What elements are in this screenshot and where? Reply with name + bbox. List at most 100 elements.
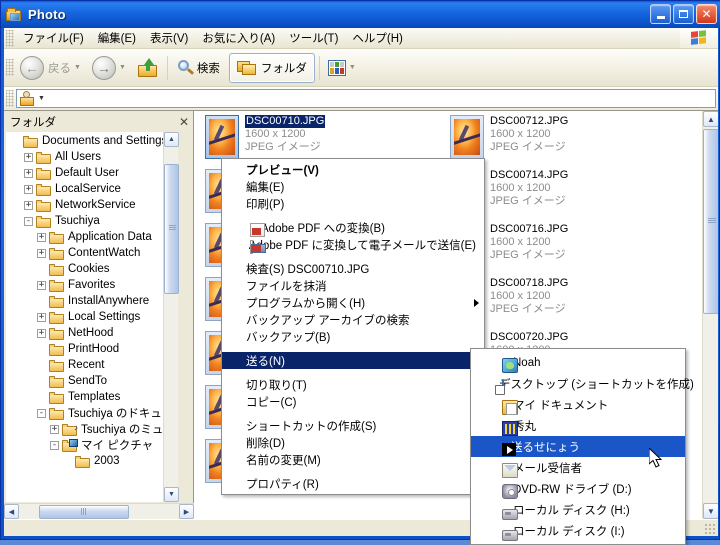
context-menu-item[interactable]: 送る(N)	[222, 352, 484, 369]
context-menu-item[interactable]: プロパティ(R)	[222, 475, 484, 492]
tree-scroll-down-icon[interactable]: ▼	[164, 487, 179, 502]
context-menu-item[interactable]: 削除(D)	[222, 434, 484, 451]
send-to-submenu[interactable]: Noah デスクトップ (ショートカットを作成) マイ ドキュメント 秀丸 送るせにょう…	[470, 348, 694, 545]
tree-scroll-up-icon[interactable]: ▲	[164, 132, 179, 147]
context-menu-item[interactable]: プログラムから開く(H)	[222, 294, 484, 311]
address-input[interactable]: ▼	[16, 89, 716, 108]
tree-item[interactable]: 2003	[7, 453, 176, 469]
tree-item[interactable]: Cookies	[7, 261, 176, 277]
expand-icon[interactable]: +	[37, 248, 46, 258]
menu-tools[interactable]: ツール(T)	[282, 27, 345, 49]
resize-grip[interactable]	[704, 523, 716, 535]
context-menu-item[interactable]: 印刷(P)	[222, 195, 484, 212]
tree-item[interactable]: - Tsuchiya のドキュメント	[7, 405, 176, 421]
tree-item[interactable]: + Local Settings	[7, 309, 176, 325]
file-list-vertical-scrollbar[interactable]: ▲ ▼	[702, 111, 718, 519]
files-scroll-up-icon[interactable]: ▲	[703, 111, 718, 127]
close-icon[interactable]: ✕	[179, 115, 189, 129]
views-button[interactable]: ▼	[324, 52, 363, 84]
collapse-icon[interactable]: -	[37, 408, 46, 418]
expand-icon[interactable]: +	[37, 232, 46, 242]
context-menu-item[interactable]: 編集(E)	[222, 178, 484, 195]
tree-item[interactable]: + Favorites	[7, 277, 176, 293]
send-to-item[interactable]: デスクトップ (ショートカットを作成)	[471, 373, 694, 395]
tree-item[interactable]: - Tsuchiya	[7, 213, 176, 229]
back-button[interactable]: ← 戻る ▼	[16, 52, 88, 84]
tree-item[interactable]: + Application Data	[7, 229, 176, 245]
tree-item[interactable]: + Default User	[7, 165, 176, 181]
tree-scroll-thumb[interactable]	[164, 164, 179, 294]
context-menu[interactable]: プレビュー(V) 編集(E) 印刷(P) Adobe PDF への変換(B) Adobe…	[221, 158, 485, 495]
tree-item[interactable]: Documents and Settings	[7, 133, 176, 149]
context-menu-item[interactable]: ショートカットの作成(S)	[222, 417, 484, 434]
files-scroll-thumb[interactable]	[703, 129, 718, 314]
expand-icon[interactable]: +	[37, 312, 46, 322]
expand-icon[interactable]: +	[24, 184, 33, 194]
files-scroll-down-icon[interactable]: ▼	[703, 503, 718, 519]
folder-tree-horizontal-scrollbar[interactable]: ◀ ▶	[4, 503, 194, 519]
send-to-item[interactable]: Noah	[471, 352, 685, 373]
context-menu-item[interactable]: 検査(S) DSC00710.JPG	[222, 260, 484, 277]
tree-item[interactable]: SendTo	[7, 373, 176, 389]
expand-icon[interactable]: +	[50, 424, 59, 434]
folder-tree-vertical-scrollbar[interactable]: ▲ ▼	[163, 132, 179, 502]
tree-item[interactable]: + NetworkService	[7, 197, 176, 213]
menubar-gripper[interactable]	[6, 29, 14, 47]
file-item[interactable]: DSC00712.JPG 1600 x 1200 JPEG イメージ	[450, 115, 590, 159]
tree-item[interactable]: +Tsuchiya のミュージッ	[7, 421, 176, 437]
context-menu-item[interactable]: バックアップ アーカイブの検索	[222, 311, 484, 328]
tree-scroll-left-icon[interactable]: ◀	[4, 504, 19, 519]
minimize-button[interactable]	[650, 4, 671, 24]
toolbar-gripper[interactable]	[6, 59, 14, 76]
context-menu-item[interactable]: Adobe PDF への変換(B)	[222, 219, 484, 237]
folder-tree[interactable]: Documents and Settings + All Users + Default…	[6, 132, 177, 502]
forward-button[interactable]: → ▼	[88, 52, 133, 84]
collapse-icon[interactable]: -	[50, 440, 59, 450]
menu-view[interactable]: 表示(V)	[143, 27, 195, 49]
forward-chevron-down-icon[interactable]: ▼	[119, 64, 126, 71]
folders-button[interactable]: フォルダ	[228, 52, 315, 83]
send-to-item[interactable]: ローカル ディスク (I:)	[471, 520, 685, 541]
expand-icon[interactable]: +	[24, 152, 33, 162]
tree-item[interactable]: + ContentWatch	[7, 245, 176, 261]
tree-item[interactable]: Recent	[7, 357, 176, 373]
tree-item[interactable]: PrintHood	[7, 341, 176, 357]
tree-item[interactable]: + NetHood	[7, 325, 176, 341]
views-chevron-down-icon[interactable]: ▼	[349, 64, 356, 71]
tree-item[interactable]: InstallAnywhere	[7, 293, 176, 309]
tree-scroll-right-icon[interactable]: ▶	[179, 504, 194, 519]
tree-item[interactable]: - マイ ピクチャ	[7, 437, 176, 453]
context-menu-item[interactable]: バックアップ(B)	[222, 328, 484, 345]
address-chevron-down-icon[interactable]: ▼	[38, 95, 45, 102]
expand-icon[interactable]: +	[37, 328, 46, 338]
close-button[interactable]: ✕	[696, 4, 717, 24]
expand-icon[interactable]: +	[37, 280, 46, 290]
expand-icon[interactable]: +	[24, 168, 33, 178]
collapse-icon[interactable]: -	[24, 216, 33, 226]
menu-edit[interactable]: 編集(E)	[91, 27, 143, 49]
tree-item[interactable]: Templates	[7, 389, 176, 405]
context-menu-item[interactable]: プレビュー(V)	[222, 161, 484, 178]
menu-favorites[interactable]: お気に入り(A)	[195, 27, 282, 49]
menu-file[interactable]: ファイル(F)	[16, 27, 91, 49]
context-menu-item[interactable]: 名前の変更(M)	[222, 451, 484, 468]
expand-icon[interactable]: +	[24, 200, 33, 210]
context-menu-item[interactable]: 切り取り(T)	[222, 376, 484, 393]
tree-item[interactable]: + All Users	[7, 149, 176, 165]
maximize-button[interactable]	[673, 4, 694, 24]
menu-help[interactable]: ヘルプ(H)	[345, 27, 409, 49]
context-menu-item[interactable]: Adobe PDF に変換して電子メールで送信(E)	[222, 236, 484, 254]
tree-item[interactable]: + LocalService	[7, 181, 176, 197]
context-menu-item[interactable]: ファイルを抹消	[222, 277, 484, 294]
back-chevron-down-icon[interactable]: ▼	[74, 64, 81, 71]
file-item[interactable]: DSC00710.JPG 1600 x 1200 JPEG イメージ	[205, 115, 326, 159]
context-menu-item[interactable]: コピー(C)	[222, 393, 484, 410]
tree-hscroll-thumb[interactable]	[39, 504, 129, 519]
addressbar-gripper[interactable]	[6, 90, 14, 107]
send-to-item[interactable]: 秀丸	[471, 415, 685, 436]
search-button[interactable]: 検索	[172, 52, 224, 84]
send-to-item[interactable]: DVD-RW ドライブ (D:)	[471, 478, 685, 499]
up-button[interactable]	[133, 52, 163, 84]
send-to-item[interactable]: マイ ドキュメント	[471, 394, 685, 415]
send-to-item[interactable]: ローカル ディスク (H:)	[471, 499, 685, 520]
